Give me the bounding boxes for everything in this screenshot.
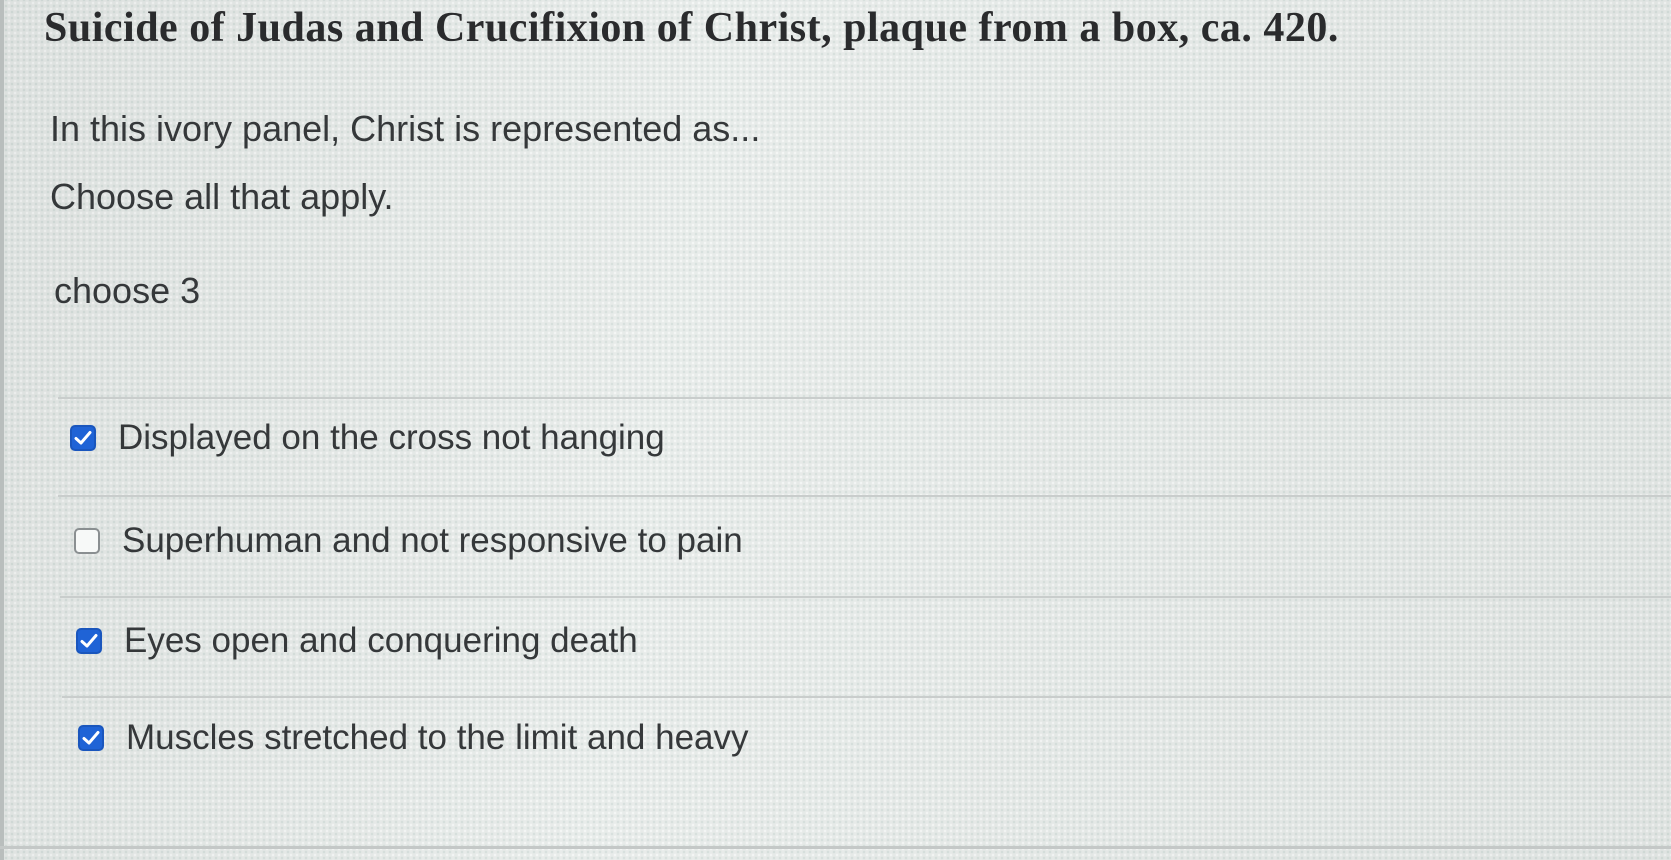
option-label: Superhuman and not responsive to pain <box>122 521 743 560</box>
checkbox-checked[interactable] <box>78 725 104 751</box>
option-label: Displayed on the cross not hanging <box>118 418 665 457</box>
option-divider <box>58 495 1671 497</box>
panel-bottom-edge <box>0 846 1671 849</box>
option-eyes-open[interactable]: Eyes open and conquering death <box>76 621 638 661</box>
option-muscles-stretched[interactable]: Muscles stretched to the limit and heavy <box>78 718 749 758</box>
checkbox-checked[interactable] <box>70 425 96 451</box>
option-label: Eyes open and conquering death <box>124 621 638 660</box>
question-title: Suicide of Judas and Crucifixion of Chri… <box>44 5 1339 51</box>
checkmark-icon <box>80 634 98 648</box>
option-label: Muscles stretched to the limit and heavy <box>126 718 749 757</box>
option-divider <box>60 596 1671 598</box>
question-prompt: In this ivory panel, Christ is represent… <box>50 108 761 149</box>
option-divider <box>58 397 1671 399</box>
checkbox-checked[interactable] <box>76 628 102 654</box>
question-instruction: Choose all that apply. <box>50 176 394 217</box>
checkmark-icon <box>82 731 100 745</box>
checkbox-unchecked[interactable] <box>74 528 100 554</box>
checkmark-icon <box>74 431 92 445</box>
option-displayed-on-cross[interactable]: Displayed on the cross not hanging <box>70 418 665 458</box>
option-superhuman[interactable]: Superhuman and not responsive to pain <box>74 521 743 561</box>
option-divider <box>62 696 1671 698</box>
question-hint: choose 3 <box>54 270 201 311</box>
screen-left-edge <box>0 0 4 860</box>
